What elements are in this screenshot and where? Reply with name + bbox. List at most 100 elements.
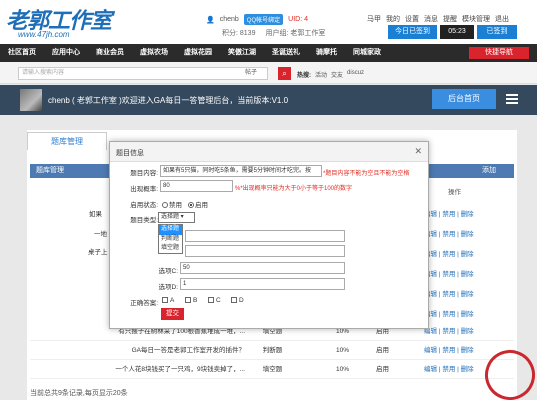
nav-item-garden[interactable]: 虚拟花园 bbox=[176, 44, 220, 62]
option-a-field[interactable] bbox=[185, 230, 345, 242]
search-icon: ⌕ bbox=[282, 69, 287, 78]
question-cell: GA每日一答是老郭工作室开发的插件？ bbox=[131, 347, 245, 354]
nav-item-home[interactable]: 社区首页 bbox=[0, 44, 44, 62]
submit-button[interactable]: 提交 bbox=[161, 308, 184, 320]
edit-link[interactable]: 编辑 bbox=[424, 328, 437, 335]
delete-link[interactable]: 删除 bbox=[461, 271, 474, 278]
radio-on[interactable] bbox=[188, 202, 194, 209]
signed-button[interactable]: 已签到 bbox=[477, 25, 517, 39]
link-mine[interactable]: 我的 bbox=[386, 14, 400, 24]
answer-c[interactable]: C bbox=[208, 297, 221, 304]
row-ops: 编辑 | 禁用 | 删除 bbox=[424, 231, 474, 238]
checkin-button[interactable]: 今日已签到 bbox=[388, 25, 437, 39]
hot-term[interactable]: discuz bbox=[347, 70, 364, 79]
option-d-label: 选项D: bbox=[158, 284, 179, 291]
type-option[interactable]: 判断题 bbox=[159, 235, 182, 245]
link-settings[interactable]: 设置 bbox=[405, 14, 419, 24]
add-button[interactable]: 添加 bbox=[482, 164, 496, 178]
hamburger-menu-icon[interactable] bbox=[506, 94, 518, 105]
question-cell: 一个人花8块钱买了一只鸡，9块钱卖掉了，... bbox=[115, 366, 245, 373]
option-b-field[interactable] bbox=[185, 245, 345, 257]
type-select[interactable]: 选择题 ▾ bbox=[158, 212, 195, 223]
search-button[interactable]: ⌕ bbox=[278, 67, 291, 80]
delete-link[interactable]: 删除 bbox=[461, 328, 474, 335]
answer-d[interactable]: D bbox=[231, 297, 244, 304]
hot-search: 热搜: 活动 交友 discuz bbox=[297, 70, 364, 79]
table-header-title: 题库管理 bbox=[36, 167, 64, 174]
quick-nav-button[interactable]: 快捷导航 bbox=[469, 47, 529, 59]
delete-link[interactable]: 删除 bbox=[461, 211, 474, 218]
qq-bind-badge[interactable]: QQ帐号绑定 bbox=[243, 14, 284, 25]
type-option[interactable]: 填空题 bbox=[159, 244, 182, 254]
nav-item-moto[interactable]: 骑摩托 bbox=[308, 44, 345, 62]
rate-cell: 10% bbox=[335, 347, 349, 354]
link-messages[interactable]: 消息 bbox=[424, 14, 438, 24]
rate-field[interactable]: 80 bbox=[160, 180, 233, 192]
delete-link[interactable]: 删除 bbox=[461, 251, 474, 258]
status-cell: 启用 bbox=[376, 366, 389, 373]
delete-link[interactable]: 删除 bbox=[461, 311, 474, 318]
nav-item-jianghu[interactable]: 笑傲江湖 bbox=[220, 44, 264, 62]
status-off-radio[interactable]: 禁用 bbox=[162, 199, 182, 209]
answer-a[interactable]: A bbox=[162, 297, 174, 304]
content-error: *题目内容不能为空且不能为空格 bbox=[323, 171, 410, 177]
row-ops: 编辑 | 禁用 | 删除 bbox=[424, 211, 474, 218]
option-c-label: 选项C: bbox=[158, 268, 179, 275]
hot-label: 热搜: bbox=[297, 73, 311, 79]
banner-avatar bbox=[20, 89, 42, 111]
edit-link[interactable]: 编辑 bbox=[424, 366, 437, 373]
answer-b[interactable]: B bbox=[185, 297, 197, 304]
content-label: 题目内容: bbox=[130, 170, 158, 177]
status-on-radio[interactable]: 启用 bbox=[188, 199, 208, 209]
link-logout[interactable]: 退出 bbox=[495, 14, 509, 24]
username[interactable]: chenb bbox=[220, 16, 239, 23]
type-cell: 填空题 bbox=[262, 366, 283, 373]
radio-off[interactable] bbox=[162, 202, 168, 209]
disable-link[interactable]: 禁用 bbox=[442, 271, 455, 278]
delete-link[interactable]: 删除 bbox=[461, 366, 474, 373]
disable-link[interactable]: 禁用 bbox=[442, 211, 455, 218]
link-reminders[interactable]: 提醒 bbox=[443, 14, 457, 24]
row-fragment: 如果 bbox=[89, 211, 102, 218]
row-ops: 编辑 | 禁用 | 删除 bbox=[424, 291, 474, 298]
disable-link[interactable]: 禁用 bbox=[442, 311, 455, 318]
welcome-text: chenb ( 老郭工作室 )欢迎进入GA每日一答管理后台，当前版本:V1.0 bbox=[48, 96, 289, 105]
score-text[interactable]: 积分: 8139 bbox=[222, 28, 255, 38]
hot-term[interactable]: 活动 bbox=[315, 70, 327, 79]
delete-link[interactable]: 删除 bbox=[461, 291, 474, 298]
top-header: 老郭工作室 www.47jh.com 👤 chenb QQ帐号绑定 UID: 4… bbox=[0, 0, 537, 44]
edit-link[interactable]: 编辑 bbox=[424, 347, 437, 354]
disable-link[interactable]: 禁用 bbox=[442, 347, 455, 354]
disable-link[interactable]: 禁用 bbox=[442, 291, 455, 298]
search-input[interactable]: 请输入搜索内容 bbox=[18, 67, 268, 80]
delete-link[interactable]: 删除 bbox=[461, 231, 474, 238]
row-fragment: 桌子上 bbox=[88, 249, 108, 256]
link-majia[interactable]: 马甲 bbox=[367, 14, 381, 24]
search-scope-select[interactable]: 帖子 bbox=[245, 67, 274, 80]
hot-term[interactable]: 交友 bbox=[331, 70, 343, 79]
nav-item-vip[interactable]: 商业会员 bbox=[88, 44, 132, 62]
answer-label: 正确答案: bbox=[130, 300, 158, 307]
nav-item-xmas[interactable]: 圣诞送礼 bbox=[264, 44, 308, 62]
row-ops: 编辑 | 禁用 | 删除 bbox=[424, 271, 474, 278]
content-field[interactable]: 如果有5只猫，同时吃5条鱼，需要5分钟时间才吃完。按 bbox=[160, 165, 322, 177]
tab-question-bank[interactable]: 题库管理 bbox=[27, 132, 107, 150]
delete-link[interactable]: 删除 bbox=[461, 347, 474, 354]
close-icon[interactable]: ✕ bbox=[414, 146, 422, 157]
disable-link[interactable]: 禁用 bbox=[442, 328, 455, 335]
nav-item-farm[interactable]: 虚拟农场 bbox=[132, 44, 176, 62]
disable-link[interactable]: 禁用 bbox=[442, 251, 455, 258]
disable-link[interactable]: 禁用 bbox=[442, 231, 455, 238]
group-text[interactable]: 用户组: 老郭工作室 bbox=[265, 28, 325, 38]
rate-error: %*出现概率只能为大于0小于等于100的数字 bbox=[235, 186, 353, 192]
op-column-header: 操作 bbox=[448, 189, 461, 196]
option-d-field[interactable]: 1 bbox=[180, 278, 345, 290]
nav-item-housekeeping[interactable]: 同城家政 bbox=[345, 44, 389, 62]
site-url: www.47jh.com bbox=[18, 30, 70, 39]
nav-item-apps[interactable]: 应用中心 bbox=[44, 44, 88, 62]
disable-link[interactable]: 禁用 bbox=[442, 366, 455, 373]
option-c-field[interactable]: 50 bbox=[180, 262, 345, 274]
admin-home-button[interactable]: 后台首页 bbox=[432, 89, 496, 109]
type-option[interactable]: 选择题 bbox=[159, 225, 182, 235]
link-modules[interactable]: 模块管理 bbox=[462, 14, 490, 24]
